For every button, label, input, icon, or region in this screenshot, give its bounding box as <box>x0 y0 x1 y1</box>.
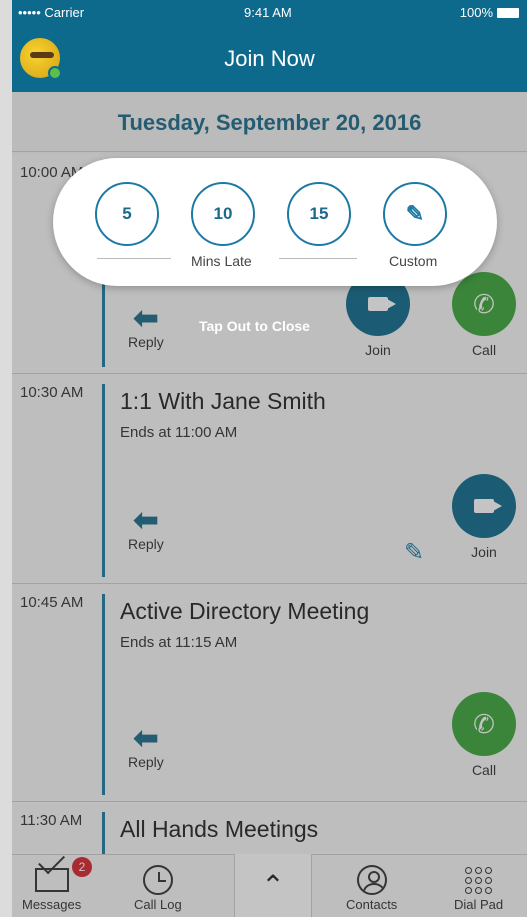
running-late-popup: 5 10 15 ✎ Mins Late Custom <box>53 158 497 286</box>
page-title: Join Now <box>224 46 315 71</box>
late-15-button[interactable]: 15 <box>287 182 351 246</box>
pencil-icon: ✎ <box>405 201 425 226</box>
battery-indicator: 100% <box>460 5 519 20</box>
battery-icon <box>497 7 519 18</box>
custom-label: Custom <box>389 253 438 269</box>
divider <box>97 258 171 259</box>
status-bar: ••••• Carrier 9:41 AM 100% <box>12 0 527 24</box>
late-5-button[interactable]: 5 <box>95 182 159 246</box>
status-time: 9:41 AM <box>244 5 292 20</box>
mins-late-label: Mins Late <box>191 253 252 269</box>
late-10-button[interactable]: 10 <box>191 182 255 246</box>
app-header: Join Now <box>12 24 527 92</box>
carrier-label: ••••• Carrier <box>18 5 85 20</box>
battery-label: 100% <box>459 5 493 20</box>
custom-late-button[interactable]: ✎ <box>383 182 447 246</box>
tap-out-hint: Tap Out to Close <box>199 318 310 334</box>
divider <box>279 258 357 259</box>
